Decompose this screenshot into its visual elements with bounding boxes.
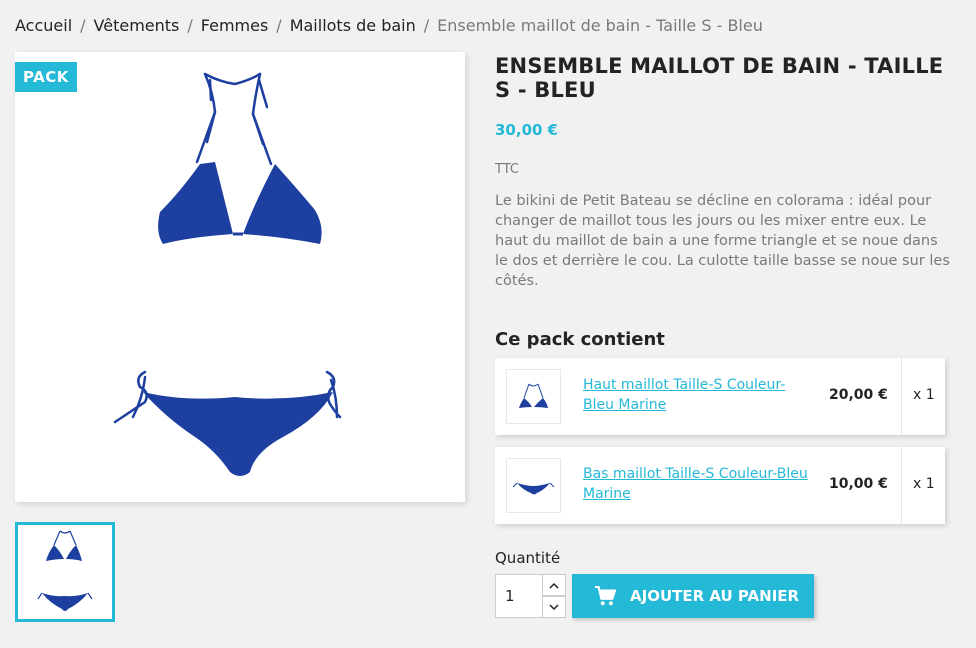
breadcrumb: Accueil / Vêtements / Femmes / Maillots de bai…: [15, 16, 763, 35]
product-description: Le bikini de Petit Bateau se décline en …: [495, 193, 950, 289]
breadcrumb-clothes[interactable]: Vêtements: [94, 16, 180, 35]
breadcrumb-separator: /: [187, 16, 193, 35]
add-to-cart-label: Ajouter au panier: [630, 587, 800, 605]
product-cover-image[interactable]: PACK: [15, 52, 465, 502]
breadcrumb-separator: /: [276, 16, 282, 35]
chevron-up-icon: [549, 582, 559, 589]
bikini-bottom-thumbnail: [512, 482, 555, 495]
breadcrumb-current: Ensemble maillot de bain - Taille S - Bl…: [437, 16, 763, 35]
product-title: Ensemble maillot de bain - Taille S - Bl…: [495, 54, 944, 102]
breadcrumb-home[interactable]: Accueil: [15, 16, 72, 35]
pack-item: Haut maillot Taille-S Couleur-Bleu Marin…: [495, 358, 945, 435]
product-thumbnail[interactable]: [15, 522, 115, 622]
pack-heading: Ce pack contient: [495, 329, 665, 350]
pack-item-image[interactable]: [506, 458, 561, 513]
quantity-input[interactable]: 1: [495, 574, 543, 618]
divider: [901, 447, 902, 524]
bikini-thumbnail-image: [37, 530, 93, 611]
add-to-cart-button[interactable]: Ajouter au panier: [572, 574, 814, 618]
pack-item-name-link[interactable]: Bas maillot Taille-S Couleur-Bleu Marine: [583, 464, 813, 504]
product-price: 30,00 €: [495, 121, 559, 139]
chevron-down-icon: [549, 603, 559, 610]
quantity-decrement-button[interactable]: [542, 596, 566, 618]
pack-flag: PACK: [15, 62, 77, 92]
pack-item-image[interactable]: [506, 369, 561, 424]
breadcrumb-swimwear[interactable]: Maillots de bain: [290, 16, 416, 35]
pack-item-name-link[interactable]: Haut maillot Taille-S Couleur-Bleu Marin…: [583, 375, 813, 415]
pack-item-price: 20,00 €: [829, 387, 888, 403]
shopping-cart-icon: [595, 586, 616, 606]
tax-label: TTC: [495, 162, 519, 177]
pack-item-quantity: x 1: [913, 387, 935, 403]
breadcrumb-separator: /: [423, 16, 430, 35]
quantity-increment-button[interactable]: [542, 574, 566, 596]
bikini-top-thumbnail: [519, 383, 548, 408]
pack-item-quantity: x 1: [913, 476, 935, 492]
pack-item-price: 10,00 €: [829, 476, 888, 492]
breadcrumb-separator: /: [80, 16, 86, 35]
pack-item: Bas maillot Taille-S Couleur-Bleu Marine…: [495, 447, 945, 524]
divider: [901, 358, 902, 435]
bikini-illustration: [113, 72, 342, 476]
breadcrumb-women[interactable]: Femmes: [201, 16, 269, 35]
quantity-label: Quantité: [495, 549, 561, 567]
